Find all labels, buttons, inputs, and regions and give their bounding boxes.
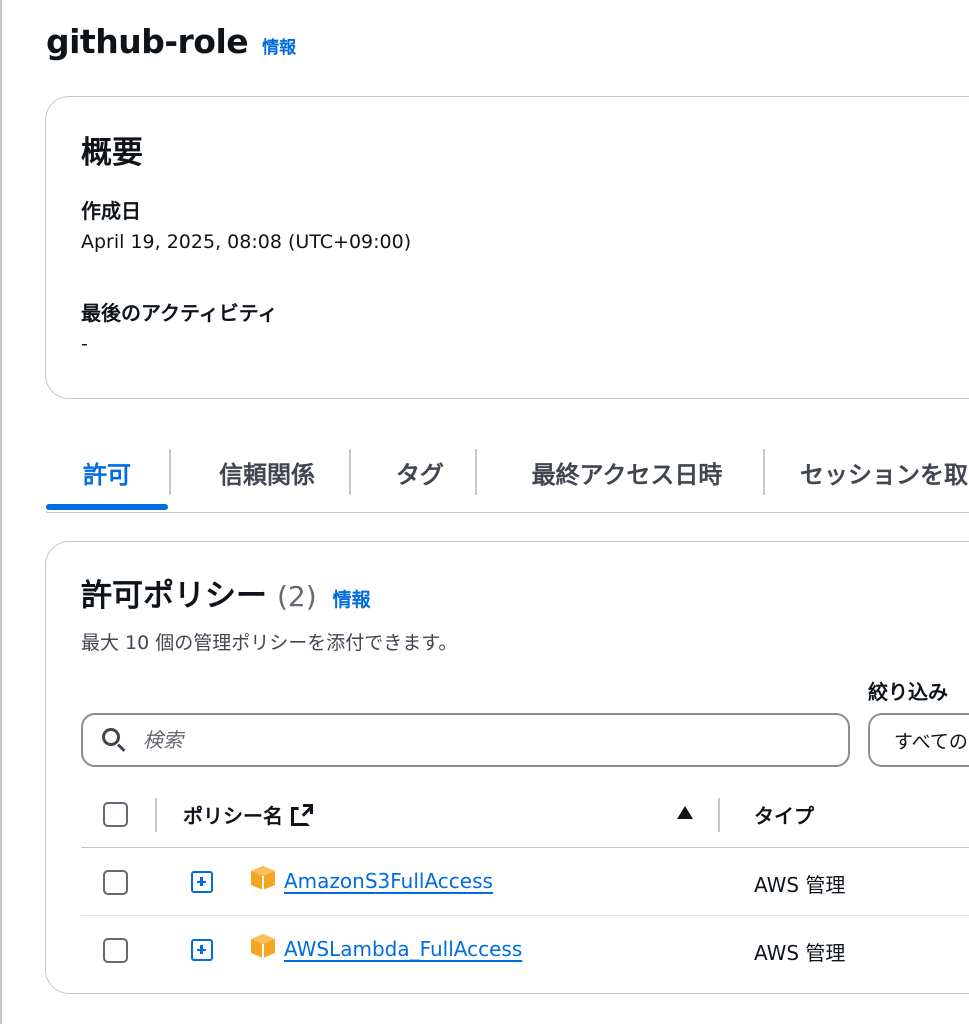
select-all-checkbox[interactable]	[103, 802, 128, 827]
role-tabs: 許可 信頼関係 タグ 最終アクセス日時 セッションを取	[46, 445, 969, 513]
sort-ascending-icon[interactable]	[677, 806, 693, 819]
tab-last-accessed[interactable]: 最終アクセス日時	[492, 445, 762, 499]
page-info-link[interactable]: 情報	[262, 33, 296, 58]
aws-managed-policy-icon	[251, 866, 275, 890]
summary-card: 概要 作成日 April 19, 2025, 08:08 (UTC+09:00)…	[45, 96, 969, 399]
table-row: AmazonS3FullAccess AWS 管理	[81, 848, 969, 916]
policy-type: AWS 管理	[754, 941, 846, 965]
column-header-type[interactable]: タイプ	[754, 800, 814, 829]
policy-count: (2)	[277, 580, 317, 613]
search-input[interactable]	[143, 728, 823, 752]
tab-tags[interactable]: タグ	[366, 445, 474, 499]
created-date-value: April 19, 2025, 08:08 (UTC+09:00)	[81, 231, 412, 253]
search-icon	[101, 727, 127, 753]
policy-type: AWS 管理	[754, 873, 846, 897]
tab-trust-relationships[interactable]: 信頼関係	[186, 445, 348, 499]
table-header-row: ポリシー名 タイプ	[81, 782, 969, 848]
search-box[interactable]	[81, 713, 850, 767]
expand-plus-icon[interactable]	[191, 871, 213, 893]
page-title: github-role	[46, 22, 249, 61]
external-link-icon[interactable]	[291, 804, 314, 826]
active-tab-indicator	[46, 504, 168, 510]
permissions-info-link[interactable]: 情報	[333, 585, 371, 612]
page-header: github-role 情報	[46, 22, 296, 61]
policy-link[interactable]: AmazonS3FullAccess	[284, 869, 493, 893]
permissions-heading: 許可ポリシー	[81, 578, 267, 614]
column-separator	[718, 798, 720, 832]
tab-separator	[763, 449, 765, 495]
aws-managed-policy-icon	[251, 934, 275, 958]
column-separator	[155, 798, 157, 832]
created-date-label: 作成日	[81, 199, 141, 223]
last-activity-label: 最後のアクティビティ	[81, 301, 278, 325]
filter-type-select[interactable]: すべての	[868, 713, 969, 767]
tab-permissions[interactable]: 許可	[46, 445, 168, 499]
tab-separator	[349, 449, 351, 495]
expand-plus-icon[interactable]	[191, 939, 213, 961]
policies-table: ポリシー名 タイプ AmazonS3FullAccess AWS 管理 AWSL…	[81, 782, 969, 984]
permissions-header: 許可ポリシー (2) 情報	[81, 570, 371, 615]
policy-name-header-label: ポリシー名	[183, 804, 283, 828]
summary-heading: 概要	[81, 135, 143, 171]
tab-separator	[475, 449, 477, 495]
table-row: AWSLambda_FullAccess AWS 管理	[81, 916, 969, 984]
row-checkbox[interactable]	[103, 938, 128, 963]
permissions-description: 最大 10 個の管理ポリシーを添付できます。	[81, 632, 458, 654]
last-activity-value: -	[81, 333, 88, 355]
policy-link[interactable]: AWSLambda_FullAccess	[284, 937, 522, 961]
tab-revoke-sessions[interactable]: セッションを取	[780, 445, 969, 499]
filter-label: 絞り込み	[868, 680, 948, 704]
left-border	[0, 0, 2, 1024]
column-header-policy-name[interactable]: ポリシー名	[183, 800, 314, 829]
permissions-policies-card: 許可ポリシー (2) 情報 最大 10 個の管理ポリシーを添付できます。 絞り込…	[45, 541, 969, 994]
tab-separator	[169, 449, 171, 495]
row-checkbox[interactable]	[103, 870, 128, 895]
